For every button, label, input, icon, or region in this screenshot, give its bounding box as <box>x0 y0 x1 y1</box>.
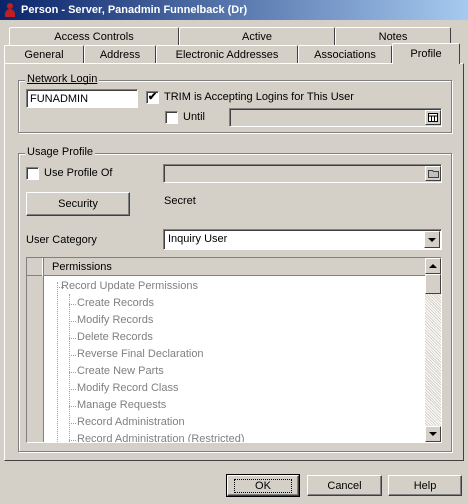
security-button[interactable]: Security <box>26 192 130 216</box>
tree-item[interactable]: Record Administration (Restricted) <box>77 433 245 442</box>
use-profile-of-label: Use Profile Of <box>44 167 113 179</box>
tab-profile[interactable]: Profile <box>392 43 460 64</box>
tree-item[interactable]: Modify Record Class <box>77 382 178 394</box>
ok-button[interactable]: OK <box>226 474 300 497</box>
tab-electronic-addresses[interactable]: Electronic Addresses <box>156 45 298 63</box>
tab-associations[interactable]: Associations <box>298 45 392 63</box>
tree-item[interactable]: Reverse Final Declaration <box>77 348 204 360</box>
scroll-up-icon[interactable] <box>425 258 441 274</box>
tree-item[interactable]: Modify Records <box>77 314 153 326</box>
until-label: Until <box>183 111 206 123</box>
tree-item[interactable]: Create New Parts <box>77 365 164 377</box>
permissions-header-row: Permissions <box>27 258 425 276</box>
person-icon <box>4 3 16 17</box>
tab-access-controls[interactable]: Access Controls <box>9 27 179 45</box>
user-category-label: User Category <box>26 234 97 246</box>
tree-item[interactable]: Create Records <box>77 297 154 309</box>
title-bar: Person - Server, Panadmin Funnelback (Dr… <box>0 0 468 20</box>
tree-item[interactable]: Delete Records <box>77 331 153 343</box>
header-gutter <box>27 258 44 276</box>
tab-address[interactable]: Address <box>84 45 156 63</box>
tree-group-record-update[interactable]: Record Update Permissions <box>61 280 198 292</box>
vertical-scrollbar[interactable] <box>425 258 441 442</box>
use-profile-of-checkbox[interactable] <box>26 167 39 180</box>
scroll-down-icon[interactable] <box>425 426 441 442</box>
use-profile-of-field[interactable] <box>163 164 442 183</box>
usage-profile-label: Usage Profile <box>25 146 96 158</box>
user-category-value: Inquiry User <box>168 233 228 245</box>
tree-item[interactable]: Manage Requests <box>77 399 166 411</box>
chevron-down-icon[interactable] <box>424 231 440 248</box>
tab-active[interactable]: Active <box>179 27 335 45</box>
tab-general[interactable]: General <box>4 45 84 63</box>
window-title: Person - Server, Panadmin Funnelback (Dr… <box>21 4 248 16</box>
checkmark-icon: ✔ <box>147 91 158 103</box>
trim-accepting-checkbox[interactable]: ✔ <box>146 91 159 104</box>
cancel-button[interactable]: Cancel <box>307 475 382 496</box>
security-level-value: Secret <box>164 195 196 207</box>
permissions-header: Permissions <box>52 261 112 273</box>
user-category-select[interactable]: Inquiry User <box>163 229 442 250</box>
browse-folder-icon[interactable] <box>425 166 441 181</box>
network-login-label: Network Login <box>25 73 100 85</box>
tree-item[interactable]: Record Administration <box>77 416 185 428</box>
trim-accepting-label: TRIM is Accepting Logins for This User <box>164 91 354 103</box>
until-checkbox[interactable] <box>165 111 178 124</box>
permissions-list[interactable]: Permissions Record Update Permissions Cr… <box>26 257 442 443</box>
scroll-thumb[interactable] <box>425 274 441 294</box>
row-gutter <box>27 276 44 442</box>
network-login-input[interactable] <box>26 89 138 108</box>
until-date-field[interactable] <box>229 108 442 127</box>
help-button[interactable]: Help <box>388 475 462 496</box>
calendar-icon[interactable] <box>425 110 441 125</box>
